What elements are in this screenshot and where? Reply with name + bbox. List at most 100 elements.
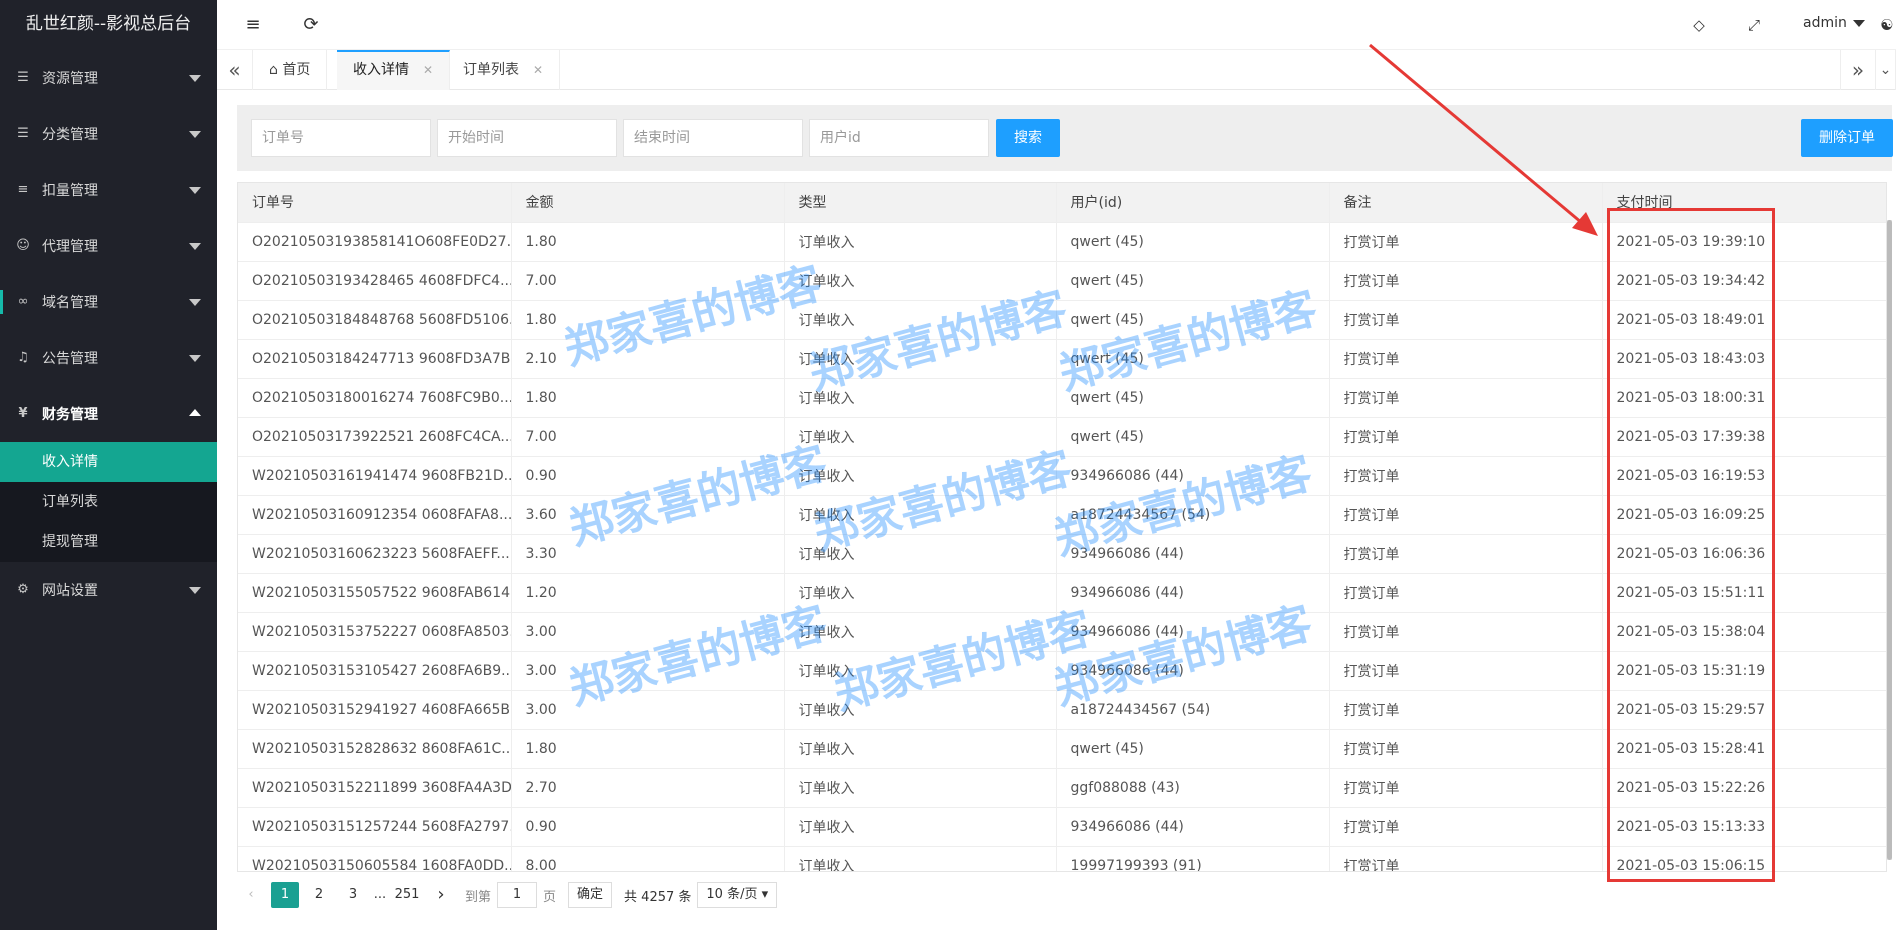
theme-icon[interactable]: ☯: [1877, 15, 1896, 35]
type-cell: 订单收入: [784, 768, 1057, 808]
sidebar-item-categories[interactable]: ☰ 分类管理: [0, 106, 217, 162]
type-cell: 订单收入: [784, 807, 1057, 847]
user-menu[interactable]: admin: [1803, 15, 1865, 31]
order-no-cell: O20210503193428465 4608FDFC4...: [238, 261, 512, 301]
amount-cell: 0.90: [511, 456, 785, 496]
goto-confirm-button[interactable]: 确定: [568, 882, 613, 908]
top-header: ≡ ⟳ ◇ ⤢ admin ☯: [217, 0, 1896, 50]
table-row[interactable]: W20210503150605584 1608FA0DD... 8.00 订单收入 1…: [238, 846, 1886, 871]
col-user[interactable]: 用户(id): [1056, 183, 1330, 223]
type-cell: 订单收入: [784, 339, 1057, 379]
tabs-menu-icon[interactable]: ⌄: [1876, 50, 1896, 90]
user-id-input[interactable]: 用户id: [809, 119, 989, 157]
table-row[interactable]: W20210503155057522 9608FAB614... 1.20 订单收入…: [238, 573, 1886, 613]
sidebar-item-domains[interactable]: ∞ 域名管理: [0, 274, 217, 330]
pay-time-cell: 2021-05-03 19:34:42: [1602, 261, 1886, 301]
sidebar-subitem-withdraw[interactable]: 提现管理: [0, 522, 217, 562]
sidebar-item-announcements[interactable]: ♫ 公告管理: [0, 330, 217, 386]
user-cell: qwert (45): [1056, 339, 1330, 379]
table-row[interactable]: W20210503152211899 3608FA4A3D... 2.70 订单收入…: [238, 768, 1886, 808]
end-time-input[interactable]: 结束时间: [623, 119, 803, 157]
search-button[interactable]: 搜索: [996, 119, 1060, 157]
table-row[interactable]: O20210503184848768 5608FD5106... 1.80 订单收入…: [238, 300, 1886, 340]
delete-order-button[interactable]: 删除订单: [1801, 119, 1893, 157]
table-row[interactable]: W20210503151257244 5608FA2797... 0.90 订单收入…: [238, 807, 1886, 847]
prev-page-icon[interactable]: ‹: [237, 882, 265, 908]
table-row[interactable]: O20210503173922521 2608FC4CA... 7.00 订单收入 q…: [238, 417, 1886, 457]
amount-cell: 3.00: [511, 612, 785, 652]
remark-cell: 打赏订单: [1329, 261, 1603, 301]
pay-time-cell: 2021-05-03 15:38:04: [1602, 612, 1886, 652]
income-table: 订单号 金额 类型 用户(id) 备注 支付时间 O20210503193858…: [237, 182, 1887, 872]
sidebar-item-settings[interactable]: ⚙ 网站设置: [0, 562, 217, 618]
amount-cell: 1.80: [511, 300, 785, 340]
table-row[interactable]: O20210503180016274 7608FC9B0... 1.80 订单收入 q…: [238, 378, 1886, 418]
amount-cell: 3.00: [511, 690, 785, 730]
table-row[interactable]: W20210503152941927 4608FA665B... 3.00 订单收入…: [238, 690, 1886, 730]
amount-cell: 0.90: [511, 807, 785, 847]
close-icon[interactable]: ✕: [423, 63, 433, 77]
order-no-input[interactable]: 订单号: [251, 119, 431, 157]
table-row[interactable]: W20210503161941474 9608FB21D... 0.90 订单收入 9…: [238, 456, 1886, 496]
tag-icon[interactable]: ◇: [1689, 15, 1709, 35]
page-link[interactable]: 2: [305, 882, 333, 908]
pay-time-cell: 2021-05-03 18:00:31: [1602, 378, 1886, 418]
tabs-scroll-right-icon[interactable]: »: [1840, 50, 1876, 90]
pay-time-cell: 2021-05-03 15:31:19: [1602, 651, 1886, 691]
table-row[interactable]: W20210503152828632 8608FA61C... 1.80 订单收入 q…: [238, 729, 1886, 769]
table-row[interactable]: W20210503160912354 0608FAFA8... 3.60 订单收入 a…: [238, 495, 1886, 535]
order-no-cell: W20210503155057522 9608FAB614...: [238, 573, 512, 613]
table-row[interactable]: O20210503193858141O608FE0D27... 1.80 订单收入 q…: [238, 222, 1886, 262]
next-page-icon[interactable]: ›: [427, 882, 455, 908]
goto-page-input[interactable]: 1: [497, 882, 538, 908]
order-no-cell: W20210503152211899 3608FA4A3D...: [238, 768, 512, 808]
tabs-scroll-left-icon[interactable]: «: [217, 50, 253, 90]
table-row[interactable]: O20210503193428465 4608FDFC4... 7.00 订单收入 q…: [238, 261, 1886, 301]
table-row[interactable]: O20210503184247713 9608FD3A7B... 2.10 订单收入…: [238, 339, 1886, 379]
tab-order-list[interactable]: 订单列表 ✕: [447, 50, 561, 90]
chevron-down-icon: [189, 299, 201, 306]
tab-home[interactable]: ⌂ 首页: [253, 50, 328, 90]
menu-toggle-icon[interactable]: ≡: [243, 15, 263, 35]
refresh-icon[interactable]: ⟳: [301, 15, 321, 35]
sidebar-item-agents[interactable]: ☺ 代理管理: [0, 218, 217, 274]
sidebar-subitem-income[interactable]: 收入详情: [0, 442, 217, 482]
amount-cell: 2.70: [511, 768, 785, 808]
main-content: 订单号 开始时间 结束时间 用户id 搜索 删除订单 订单号 金额 类型 用户(…: [217, 90, 1896, 930]
order-no-cell: W20210503153752227 0608FA8503...: [238, 612, 512, 652]
start-time-input[interactable]: 开始时间: [437, 119, 617, 157]
sidebar-item-finance[interactable]: ¥ 财务管理: [0, 386, 217, 442]
sidebar-item-deduction[interactable]: ≡ 扣量管理: [0, 162, 217, 218]
tab-income-detail[interactable]: 收入详情 ✕: [337, 50, 451, 90]
page-link-last[interactable]: 251: [393, 882, 421, 908]
page-link[interactable]: 3: [339, 882, 367, 908]
type-cell: 订单收入: [784, 612, 1057, 652]
page-size-select[interactable]: 10 条/页 ▾: [697, 882, 778, 908]
type-cell: 订单收入: [784, 222, 1057, 262]
chevron-down-icon: [189, 355, 201, 362]
sidebar-item-resources[interactable]: ☰ 资源管理: [0, 50, 217, 106]
user-cell: 934966086 (44): [1056, 612, 1330, 652]
col-order-no[interactable]: 订单号: [238, 183, 512, 223]
table-row[interactable]: W20210503153752227 0608FA8503... 3.00 订单收入…: [238, 612, 1886, 652]
page-current[interactable]: 1: [271, 882, 299, 908]
pay-time-cell: 2021-05-03 15:29:57: [1602, 690, 1886, 730]
sidebar-item-label: 域名管理: [42, 295, 98, 311]
col-amount[interactable]: 金额: [511, 183, 785, 223]
table-row[interactable]: W20210503160623223 5608FAEFF... 3.30 订单收入 9…: [238, 534, 1886, 574]
pay-time-cell: 2021-05-03 15:51:11: [1602, 573, 1886, 613]
close-icon[interactable]: ✕: [533, 63, 543, 77]
col-pay-time[interactable]: 支付时间: [1602, 183, 1886, 223]
col-type[interactable]: 类型: [784, 183, 1057, 223]
chevron-down-icon: [189, 187, 201, 194]
sidebar-subitem-orders[interactable]: 订单列表: [0, 482, 217, 522]
table-row[interactable]: W20210503153105427 2608FA6B9... 3.00 订单收入 9…: [238, 651, 1886, 691]
col-remark[interactable]: 备注: [1329, 183, 1603, 223]
user-cell: a18724434567 (54): [1056, 690, 1330, 730]
remark-cell: 打赏订单: [1329, 378, 1603, 418]
pay-time-cell: 2021-05-03 15:13:33: [1602, 807, 1886, 847]
layers-icon: ☰: [17, 70, 29, 85]
order-no-cell: W20210503152941927 4608FA665B...: [238, 690, 512, 730]
fullscreen-icon[interactable]: ⤢: [1744, 15, 1764, 35]
table-scrollbar-thumb[interactable]: [1887, 220, 1892, 860]
